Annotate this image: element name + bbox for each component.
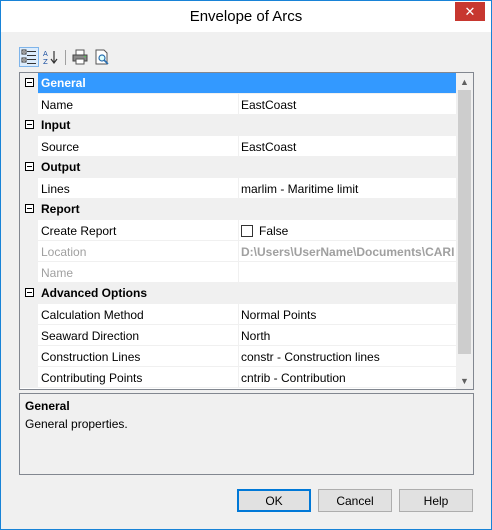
row-gutter bbox=[20, 220, 38, 241]
close-icon: ✕ bbox=[464, 4, 476, 19]
checkbox-label: False bbox=[259, 224, 289, 238]
property-name: Source bbox=[41, 136, 239, 157]
row-gutter bbox=[20, 262, 38, 283]
svg-text:Z: Z bbox=[43, 58, 48, 65]
collapse-icon[interactable] bbox=[25, 204, 34, 213]
vertical-scrollbar[interactable]: ▲ ▼ bbox=[456, 73, 473, 389]
category-row-advanced-options[interactable]: Advanced Options bbox=[20, 283, 457, 304]
toolbar-separator bbox=[65, 50, 66, 65]
dialog-window: Envelope of Arcs ✕ A Z General Name East… bbox=[0, 0, 492, 530]
property-row[interactable]: Name bbox=[20, 262, 457, 283]
category-label: Input bbox=[41, 118, 71, 132]
property-grid: General Name EastCoast Input Source EastCoast… bbox=[19, 72, 474, 390]
property-row[interactable]: Location D:\Users\UserName\Documents\CARI bbox=[20, 241, 457, 262]
property-name: Seaward Direction bbox=[41, 325, 239, 346]
scroll-down-icon[interactable]: ▼ bbox=[456, 372, 473, 389]
category-label: Advanced Options bbox=[41, 286, 148, 300]
property-name: Calculation Method bbox=[41, 304, 239, 325]
collapse-icon[interactable] bbox=[25, 162, 34, 171]
property-grid-rows: General Name EastCoast Input Source EastCoast… bbox=[20, 73, 457, 388]
title-bar[interactable]: Envelope of Arcs ✕ bbox=[1, 1, 491, 32]
category-label: Report bbox=[41, 202, 80, 216]
collapse-icon[interactable] bbox=[25, 78, 34, 87]
property-row[interactable]: Create Report False bbox=[20, 220, 457, 241]
ok-button[interactable]: OK bbox=[237, 489, 311, 512]
category-row-input[interactable]: Input bbox=[20, 115, 457, 136]
close-button[interactable]: ✕ bbox=[455, 2, 485, 21]
property-name: Lines bbox=[41, 178, 239, 199]
property-value bbox=[241, 262, 457, 283]
row-gutter bbox=[20, 346, 38, 367]
help-title: General bbox=[25, 399, 70, 413]
property-value[interactable]: False bbox=[241, 220, 457, 241]
property-value[interactable]: EastCoast bbox=[241, 136, 457, 157]
property-row[interactable]: Calculation Method Normal Points bbox=[20, 304, 457, 325]
row-gutter bbox=[20, 94, 38, 115]
category-label: Output bbox=[41, 160, 81, 174]
property-row[interactable]: Contributing Points cntrib - Contribution bbox=[20, 367, 457, 388]
print-preview-icon bbox=[95, 49, 109, 65]
property-name: Name bbox=[41, 262, 239, 283]
row-gutter bbox=[20, 136, 38, 157]
row-gutter bbox=[20, 241, 38, 262]
property-name: Contributing Points bbox=[41, 367, 239, 388]
category-gutter bbox=[20, 115, 38, 136]
category-row-output[interactable]: Output bbox=[20, 157, 457, 178]
property-value[interactable]: constr - Construction lines bbox=[241, 346, 457, 367]
category-label: General bbox=[41, 76, 86, 90]
property-name: Create Report bbox=[41, 220, 239, 241]
category-row-general[interactable]: General bbox=[20, 73, 457, 94]
row-gutter bbox=[20, 304, 38, 325]
property-row[interactable]: Construction Lines constr - Construction … bbox=[20, 346, 457, 367]
category-gutter bbox=[20, 199, 38, 220]
property-value: D:\Users\UserName\Documents\CARI bbox=[241, 245, 455, 259]
scroll-up-icon[interactable]: ▲ bbox=[456, 73, 473, 90]
category-gutter bbox=[20, 283, 38, 304]
scrollbar-thumb[interactable] bbox=[458, 90, 471, 354]
property-toolbar: A Z bbox=[19, 47, 139, 69]
property-row[interactable]: Name EastCoast bbox=[20, 94, 457, 115]
print-preview-button[interactable] bbox=[92, 47, 112, 67]
property-row[interactable]: Seaward Direction North bbox=[20, 325, 457, 346]
property-name: Name bbox=[41, 94, 239, 115]
property-name: Location bbox=[41, 241, 239, 262]
help-panel: General General properties. bbox=[19, 393, 474, 475]
categorized-icon bbox=[21, 49, 36, 64]
property-value[interactable]: EastCoast bbox=[241, 94, 457, 115]
print-icon bbox=[72, 49, 88, 65]
collapse-icon[interactable] bbox=[25, 288, 34, 297]
category-gutter bbox=[20, 73, 38, 94]
row-gutter bbox=[20, 178, 38, 199]
category-gutter bbox=[20, 157, 38, 178]
create-report-checkbox[interactable] bbox=[241, 225, 253, 237]
svg-text:A: A bbox=[43, 50, 48, 58]
category-row-report[interactable]: Report bbox=[20, 199, 457, 220]
property-value[interactable]: marlim - Maritime limit bbox=[241, 178, 457, 199]
property-value[interactable]: Normal Points bbox=[241, 304, 457, 325]
property-value[interactable]: North bbox=[241, 325, 457, 346]
property-name: Construction Lines bbox=[41, 346, 239, 367]
categorized-button[interactable] bbox=[19, 47, 39, 67]
row-gutter bbox=[20, 367, 38, 388]
print-button[interactable] bbox=[70, 47, 90, 67]
property-value[interactable]: cntrib - Contribution bbox=[241, 367, 457, 388]
window-title: Envelope of Arcs bbox=[189, 8, 303, 25]
property-row[interactable]: Lines marlim - Maritime limit bbox=[20, 178, 457, 199]
property-row[interactable]: Source EastCoast bbox=[20, 136, 457, 157]
help-description: General properties. bbox=[25, 417, 128, 431]
help-button[interactable]: Help bbox=[399, 489, 473, 512]
alphabetical-button[interactable]: A Z bbox=[41, 47, 61, 67]
collapse-icon[interactable] bbox=[25, 120, 34, 129]
alphabetical-icon: A Z bbox=[43, 50, 58, 65]
cancel-button[interactable]: Cancel bbox=[318, 489, 392, 512]
row-gutter bbox=[20, 325, 38, 346]
